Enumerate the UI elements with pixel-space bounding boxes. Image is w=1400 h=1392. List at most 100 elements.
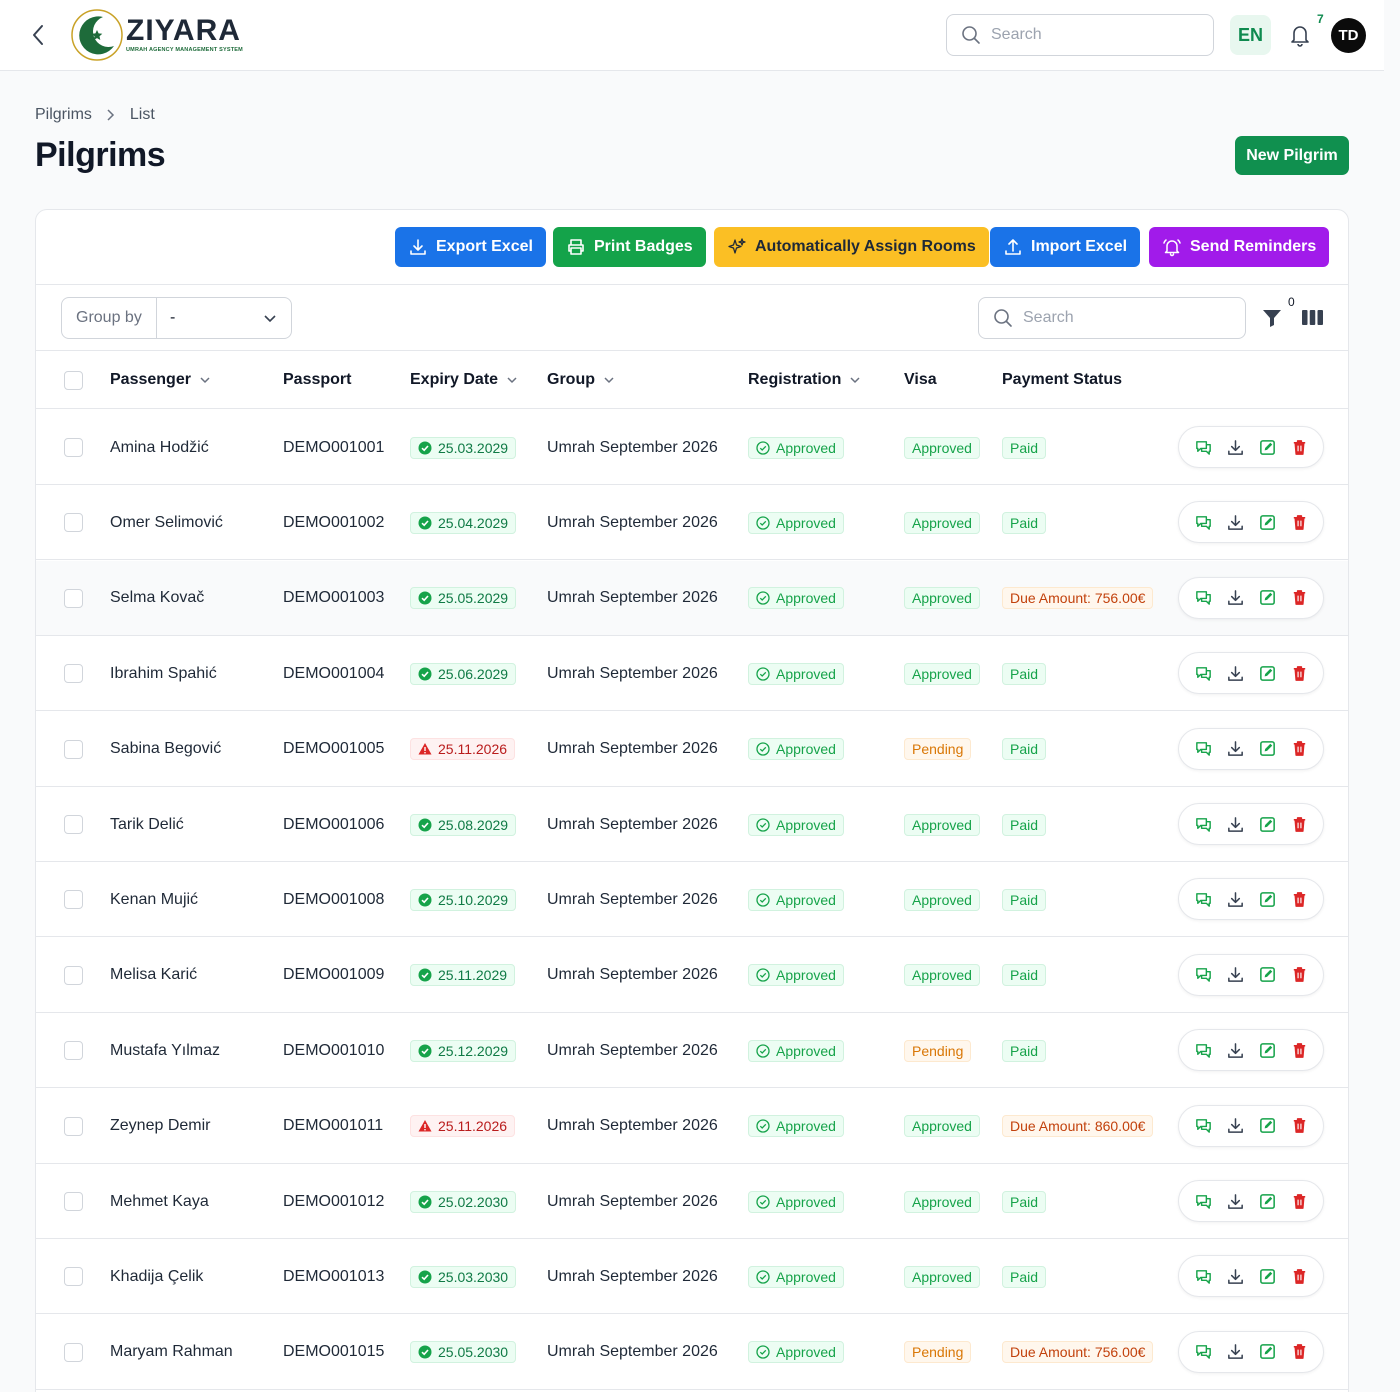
- edit-icon[interactable]: [1257, 588, 1277, 608]
- edit-icon[interactable]: [1257, 814, 1277, 834]
- edit-icon[interactable]: [1257, 1342, 1277, 1362]
- table-search-box[interactable]: [978, 297, 1246, 339]
- delete-icon[interactable]: [1289, 1040, 1309, 1060]
- edit-icon[interactable]: [1257, 1266, 1277, 1286]
- breadcrumb-pilgrims[interactable]: Pilgrims: [35, 106, 92, 124]
- row-checkbox[interactable]: [64, 1267, 83, 1287]
- table-row[interactable]: Selma Kovač DEMO001003 25.05.2029 Umrah Sep…: [36, 560, 1348, 636]
- table-row[interactable]: Zeynep Demir DEMO001011 25.11.2026 Umrah Se…: [36, 1088, 1348, 1164]
- delete-icon[interactable]: [1289, 663, 1309, 683]
- table-row[interactable]: Melisa Karić DEMO001009 25.11.2029 Umrah Se…: [36, 937, 1348, 1013]
- message-icon[interactable]: [1193, 814, 1213, 834]
- global-search-input[interactable]: [991, 26, 1191, 44]
- table-row[interactable]: Khadija Çelik DEMO001013 25.03.2030 Umrah S…: [36, 1239, 1348, 1315]
- row-checkbox[interactable]: [64, 588, 83, 608]
- delete-icon[interactable]: [1289, 588, 1309, 608]
- user-avatar[interactable]: TD: [1331, 18, 1366, 53]
- export-excel-button[interactable]: Export Excel: [395, 227, 546, 267]
- delete-icon[interactable]: [1289, 1266, 1309, 1286]
- table-row[interactable]: Amina Hodžić DEMO001001 25.03.2029 Umrah Se…: [36, 410, 1348, 485]
- import-excel-button[interactable]: Import Excel: [990, 227, 1141, 267]
- message-icon[interactable]: [1193, 663, 1213, 683]
- delete-icon[interactable]: [1289, 739, 1309, 759]
- message-icon[interactable]: [1193, 512, 1213, 532]
- download-icon[interactable]: [1225, 1191, 1245, 1211]
- edit-icon[interactable]: [1257, 739, 1277, 759]
- send-reminders-button[interactable]: Send Reminders: [1149, 227, 1330, 267]
- filter-icon[interactable]: [1262, 308, 1282, 328]
- group-by-select[interactable]: Group by -: [61, 297, 292, 339]
- edit-icon[interactable]: [1257, 1116, 1277, 1136]
- delete-icon[interactable]: [1289, 437, 1309, 457]
- message-icon[interactable]: [1193, 1040, 1213, 1060]
- back-arrow-icon[interactable]: [26, 22, 50, 48]
- row-checkbox[interactable]: [64, 664, 83, 684]
- table-row[interactable]: Sabina Begović DEMO001005 25.11.2026 Umrah …: [36, 711, 1348, 787]
- app-logo[interactable]: ZIYARA UMRAH AGENCY MANAGEMENT SYSTEM: [70, 9, 243, 61]
- download-icon[interactable]: [1225, 739, 1245, 759]
- delete-icon[interactable]: [1289, 1342, 1309, 1362]
- table-row[interactable]: Tarik Delić DEMO001006 25.08.2029 Umrah Sep…: [36, 787, 1348, 862]
- message-icon[interactable]: [1193, 588, 1213, 608]
- table-row[interactable]: Mehmet Kaya DEMO001012 25.02.2030 Umrah Sep…: [36, 1164, 1348, 1239]
- table-row[interactable]: Mustafa Yılmaz DEMO001010 25.12.2029 Umrah …: [36, 1013, 1348, 1089]
- print-badges-button[interactable]: Print Badges: [553, 227, 706, 267]
- select-all-checkbox[interactable]: [64, 371, 83, 390]
- row-checkbox[interactable]: [64, 1342, 83, 1362]
- row-checkbox[interactable]: [64, 1116, 83, 1136]
- row-checkbox[interactable]: [64, 965, 83, 985]
- column-group[interactable]: Group: [547, 351, 615, 409]
- delete-icon[interactable]: [1289, 1116, 1309, 1136]
- edit-icon[interactable]: [1257, 1191, 1277, 1211]
- row-checkbox[interactable]: [64, 438, 83, 457]
- delete-icon[interactable]: [1289, 512, 1309, 532]
- message-icon[interactable]: [1193, 739, 1213, 759]
- message-icon[interactable]: [1193, 1266, 1213, 1286]
- column-passenger[interactable]: Passenger: [110, 351, 211, 409]
- new-pilgrim-button[interactable]: New Pilgrim: [1235, 136, 1349, 175]
- message-icon[interactable]: [1193, 437, 1213, 457]
- row-checkbox[interactable]: [64, 1192, 83, 1211]
- delete-icon[interactable]: [1289, 1191, 1309, 1211]
- message-icon[interactable]: [1193, 965, 1213, 985]
- message-icon[interactable]: [1193, 1116, 1213, 1136]
- table-row[interactable]: Ibrahim Spahić DEMO001004 25.06.2029 Umrah …: [36, 636, 1348, 712]
- delete-icon[interactable]: [1289, 965, 1309, 985]
- row-checkbox[interactable]: [64, 890, 83, 910]
- download-icon[interactable]: [1225, 1116, 1245, 1136]
- edit-icon[interactable]: [1257, 512, 1277, 532]
- download-icon[interactable]: [1225, 1040, 1245, 1060]
- message-icon[interactable]: [1193, 1191, 1213, 1211]
- download-icon[interactable]: [1225, 1342, 1245, 1362]
- download-icon[interactable]: [1225, 588, 1245, 608]
- language-switch[interactable]: EN: [1230, 15, 1271, 55]
- download-icon[interactable]: [1225, 814, 1245, 834]
- edit-icon[interactable]: [1257, 1040, 1277, 1060]
- row-checkbox[interactable]: [64, 513, 83, 533]
- download-icon[interactable]: [1225, 1266, 1245, 1286]
- delete-icon[interactable]: [1289, 889, 1309, 909]
- edit-icon[interactable]: [1257, 889, 1277, 909]
- table-row[interactable]: Omer Selimović DEMO001002 25.04.2029 Umrah …: [36, 485, 1348, 561]
- message-icon[interactable]: [1193, 1342, 1213, 1362]
- table-search-input[interactable]: [1023, 309, 1223, 327]
- download-icon[interactable]: [1225, 663, 1245, 683]
- download-icon[interactable]: [1225, 437, 1245, 457]
- global-search-box[interactable]: [946, 14, 1214, 56]
- download-icon[interactable]: [1225, 889, 1245, 909]
- row-checkbox[interactable]: [64, 739, 83, 759]
- edit-icon[interactable]: [1257, 437, 1277, 457]
- table-row[interactable]: Maryam Rahman DEMO001015 25.05.2030 Umrah S…: [36, 1314, 1348, 1390]
- download-icon[interactable]: [1225, 512, 1245, 532]
- delete-icon[interactable]: [1289, 814, 1309, 834]
- column-expiry-date[interactable]: Expiry Date: [410, 351, 518, 409]
- edit-icon[interactable]: [1257, 663, 1277, 683]
- row-checkbox[interactable]: [64, 1041, 83, 1061]
- table-row[interactable]: Kenan Mujić DEMO001008 25.10.2029 Umrah Sep…: [36, 862, 1348, 938]
- download-icon[interactable]: [1225, 965, 1245, 985]
- message-icon[interactable]: [1193, 889, 1213, 909]
- row-checkbox[interactable]: [64, 815, 83, 834]
- edit-icon[interactable]: [1257, 965, 1277, 985]
- column-registration[interactable]: Registration: [748, 351, 861, 409]
- auto-assign-rooms-button[interactable]: Automatically Assign Rooms: [714, 227, 989, 267]
